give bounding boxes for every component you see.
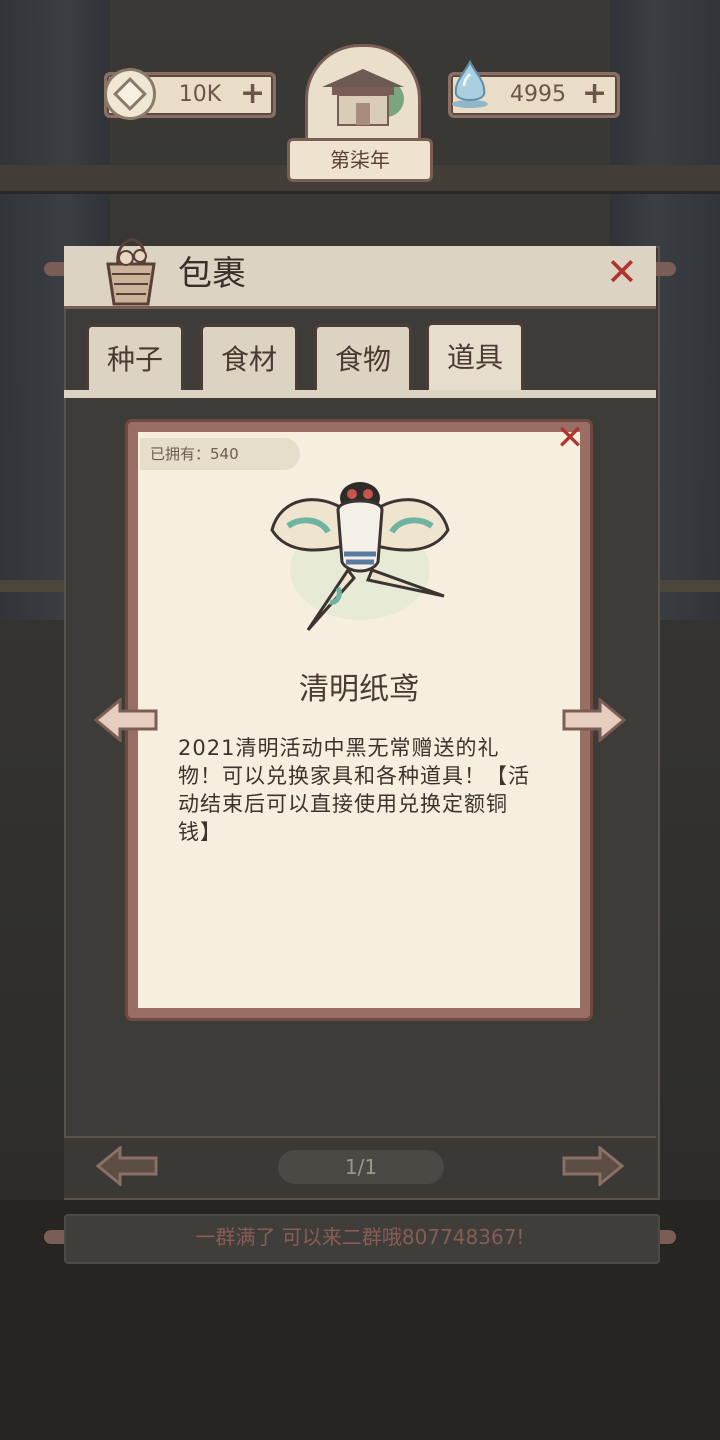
- jade-add-button[interactable]: +: [582, 76, 607, 112]
- owned-count: 已拥有：540: [140, 438, 300, 470]
- coins-value: 10K: [178, 82, 222, 107]
- copper-coin-icon: [104, 68, 156, 120]
- pavilion-icon: [322, 69, 404, 126]
- footer-message: 一群满了 可以来二群哦807748367!: [195, 1225, 525, 1249]
- coins-add-button[interactable]: +: [240, 76, 265, 112]
- year-label: 第柒年: [287, 138, 433, 182]
- item-name: 清明纸鸢: [299, 672, 419, 707]
- inventory-close-button[interactable]: ✕: [606, 252, 638, 292]
- inventory-title: 包裹: [178, 254, 246, 294]
- year-emblem[interactable]: [305, 44, 421, 150]
- tab-food[interactable]: 食物: [314, 324, 412, 393]
- water-drop-icon: [452, 60, 488, 108]
- shelf-left: [0, 580, 70, 592]
- tab-ingredients[interactable]: 食材: [200, 324, 298, 393]
- arrow-left-icon[interactable]: [94, 698, 158, 742]
- tab-tools[interactable]: 道具: [426, 322, 524, 395]
- page-next-button[interactable]: [562, 1146, 624, 1186]
- swallow-kite-icon: [270, 482, 450, 631]
- tab-seeds[interactable]: 种子: [86, 324, 184, 393]
- page-indicator: 1/1: [278, 1150, 444, 1184]
- arrow-right-icon[interactable]: [562, 698, 626, 742]
- jade-value: 4995: [510, 82, 566, 107]
- basket-icon: [106, 238, 156, 306]
- close-icon[interactable]: ✕: [552, 420, 588, 456]
- page-prev-button[interactable]: [96, 1146, 158, 1186]
- shelf-right: [650, 580, 720, 592]
- tab-underline: [64, 390, 656, 398]
- item-description: 2021清明活动中黑无常赠送的礼物！可以兑换家具和各种道具！【活动结束后可以直接…: [178, 736, 530, 844]
